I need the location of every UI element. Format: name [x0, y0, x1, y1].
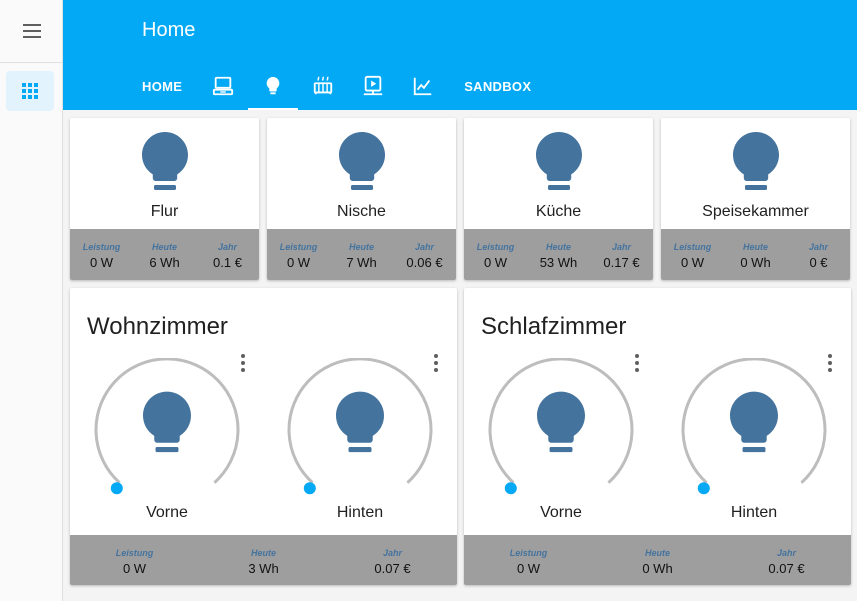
- stat-value: 0 W: [516, 561, 541, 576]
- light-card-speisekammer: Speisekammer Leistung 0 W Heute 0 Wh Jahr 0…: [661, 118, 850, 280]
- room-card-schlafzimmer: Schlafzimmer Vorne Hinten Leistung 0 W He…: [464, 288, 851, 585]
- stat-value: 0.07 €: [374, 561, 411, 576]
- energy-stats: Leistung 0 W Heute 0 Wh Jahr 0 €: [661, 229, 850, 280]
- more-options-icon[interactable]: [826, 354, 834, 372]
- header: Home HOME SANDBOX: [63, 0, 857, 110]
- stat-value: 0.06 €: [406, 255, 443, 270]
- stat-label: Heute: [151, 242, 177, 252]
- stat-value: 0 W: [483, 255, 508, 270]
- light-name: Nische: [337, 203, 386, 220]
- stat-value: 0 Wh: [642, 561, 673, 576]
- stat-label: Heute: [742, 242, 768, 252]
- laptop-icon: [213, 76, 234, 96]
- stat-label: Jahr: [382, 548, 402, 558]
- light-name: Flur: [150, 203, 179, 220]
- room-title: Schlafzimmer: [481, 313, 627, 340]
- light-name: Küche: [535, 203, 582, 220]
- brightness-dial[interactable]: [280, 358, 440, 518]
- stat-value: 0 W: [286, 255, 311, 270]
- stat-value: 0.1 €: [213, 255, 242, 270]
- energy-stats: Leistung 0 W Heute 6 Wh Jahr 0.1 €: [70, 229, 259, 280]
- stat-label: Jahr: [808, 242, 828, 252]
- hamburger-icon: [22, 24, 41, 38]
- dial-handle[interactable]: [674, 358, 834, 518]
- view-tabs: HOME SANDBOX: [126, 62, 547, 110]
- brightness-dial[interactable]: [674, 358, 834, 518]
- lightbulb-icon[interactable]: [339, 132, 385, 194]
- light-name: Hinten: [730, 504, 778, 521]
- stat-label: Leistung: [279, 242, 318, 252]
- tab-lights[interactable]: [248, 62, 299, 110]
- chart-line-icon: [414, 77, 432, 96]
- light-card-nische: Nische Leistung 0 W Heute 7 Wh Jahr 0.06 €: [267, 118, 456, 280]
- energy-stats: Leistung 0 W Heute 7 Wh Jahr 0.06 €: [267, 229, 456, 280]
- page-title: Home: [142, 19, 196, 41]
- tab-statistics[interactable]: [398, 62, 448, 110]
- stat-label: Heute: [545, 242, 571, 252]
- more-options-icon[interactable]: [432, 354, 440, 372]
- stat-label: Heute: [250, 548, 276, 558]
- stat-label: Jahr: [776, 548, 796, 558]
- stat-label: Jahr: [217, 242, 237, 252]
- energy-stats: Leistung 0 W Heute 0 Wh Jahr 0.07 €: [464, 535, 851, 585]
- radiator-icon: [314, 76, 333, 95]
- stat-value: 0 W: [89, 255, 114, 270]
- stat-value: 0.07 €: [768, 561, 805, 576]
- stat-value: 53 Wh: [539, 255, 578, 270]
- menu-button[interactable]: [0, 0, 63, 63]
- more-options-icon[interactable]: [633, 354, 641, 372]
- stat-value: 0 €: [809, 255, 828, 270]
- stat-value: 0 Wh: [740, 255, 771, 270]
- light-name: Speisekammer: [702, 203, 809, 220]
- stat-label: Leistung: [673, 242, 712, 252]
- more-options-icon[interactable]: [239, 354, 247, 372]
- grid-icon: [22, 83, 38, 99]
- media-player-icon: [364, 75, 383, 96]
- tab-heating[interactable]: [298, 62, 348, 110]
- stat-value: 0.17 €: [603, 255, 640, 270]
- stat-label: Leistung: [82, 242, 121, 252]
- light-card-flur: Flur Leistung 0 W Heute 6 Wh Jahr 0.1 €: [70, 118, 259, 280]
- brightness-dial[interactable]: [481, 358, 641, 518]
- lightbulb-icon[interactable]: [733, 132, 779, 194]
- light-name: Vorne: [540, 504, 582, 521]
- lightbulb-icon[interactable]: [536, 132, 582, 194]
- dial-handle[interactable]: [87, 358, 247, 518]
- stat-label: Jahr: [611, 242, 631, 252]
- dial-handle[interactable]: [280, 358, 440, 518]
- room-card-wohnzimmer: Wohnzimmer Vorne Hinten Leistung 0 W Heut…: [70, 288, 457, 585]
- tab-media[interactable]: [348, 62, 398, 110]
- stat-value: 6 Wh: [149, 255, 180, 270]
- lightbulb-icon: [266, 76, 280, 95]
- stat-label: Leistung: [476, 242, 515, 252]
- stat-value: 7 Wh: [346, 255, 377, 270]
- light-card-kueche: Küche Leistung 0 W Heute 53 Wh Jahr 0.17 €: [464, 118, 653, 280]
- tab-sandbox[interactable]: SANDBOX: [448, 62, 547, 110]
- lightbulb-icon[interactable]: [142, 132, 188, 194]
- brightness-dial[interactable]: [87, 358, 247, 518]
- energy-stats: Leistung 0 W Heute 53 Wh Jahr 0.17 €: [464, 229, 653, 280]
- sidebar: [0, 0, 63, 601]
- stat-value: 0 W: [680, 255, 705, 270]
- tab-home[interactable]: HOME: [126, 62, 198, 110]
- stat-label: Heute: [348, 242, 374, 252]
- room-title: Wohnzimmer: [87, 313, 228, 340]
- sidebar-item-overview[interactable]: [6, 71, 54, 111]
- tab-devices[interactable]: [198, 62, 248, 110]
- energy-stats: Leistung 0 W Heute 3 Wh Jahr 0.07 €: [70, 535, 457, 585]
- stat-label: Jahr: [414, 242, 434, 252]
- light-name: Vorne: [146, 504, 188, 521]
- stat-label: Leistung: [115, 548, 154, 558]
- stat-label: Heute: [644, 548, 670, 558]
- dial-handle[interactable]: [481, 358, 641, 518]
- stat-label: Leistung: [509, 548, 548, 558]
- stat-value: 0 W: [122, 561, 147, 576]
- light-name: Hinten: [336, 504, 384, 521]
- stat-value: 3 Wh: [248, 561, 279, 576]
